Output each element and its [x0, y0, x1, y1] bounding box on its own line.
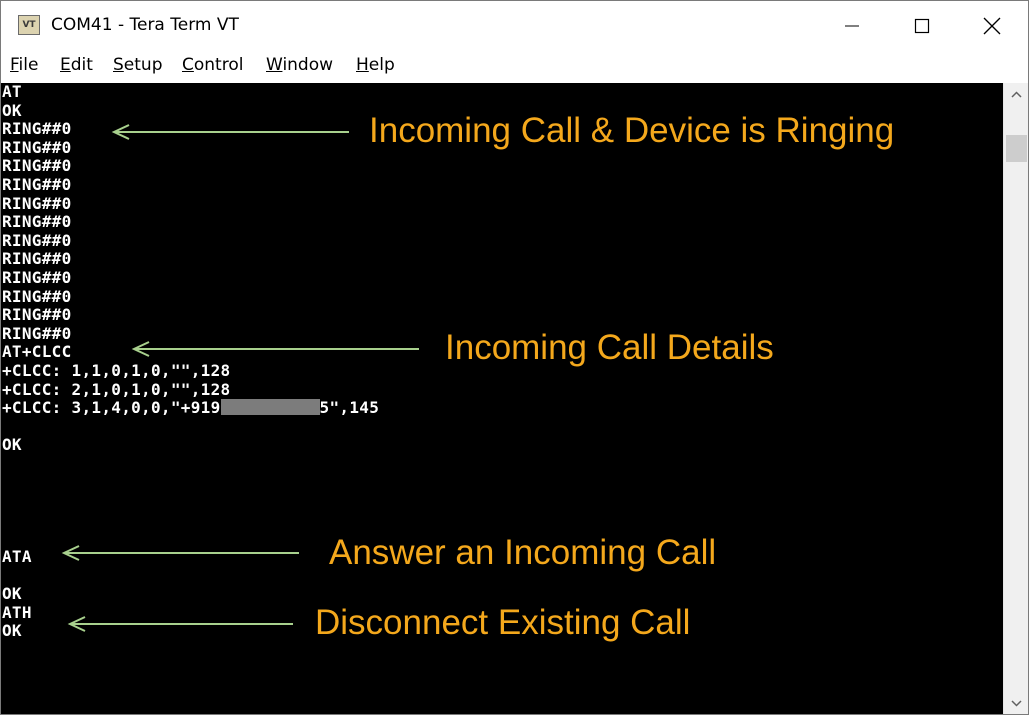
- minimize-button[interactable]: [818, 1, 886, 51]
- menu-control[interactable]: Control: [182, 55, 243, 75]
- terminal-line: OK: [2, 621, 22, 641]
- annotation-ringing: Incoming Call & Device is Ringing: [369, 111, 895, 150]
- terminal-line: RING##0: [2, 305, 72, 325]
- terminal-line: RING##0: [2, 156, 72, 176]
- tera-term-window: VT COM41 - Tera Term VT File Edit Setup …: [0, 0, 1029, 715]
- chevron-up-icon: [1011, 90, 1022, 98]
- scroll-down-button[interactable]: [1004, 692, 1029, 714]
- terminal-line: RING##0: [2, 323, 72, 343]
- terminal-line-clcc-3: +CLCC: 3,1,4,0,0,"+919 5",145: [2, 398, 380, 418]
- chevron-down-icon: [1011, 699, 1022, 707]
- maximize-button[interactable]: [888, 1, 956, 51]
- annotation-call-details: Incoming Call Details: [445, 328, 774, 367]
- menu-help-label: elp: [368, 55, 395, 75]
- redacted-phone-number: [220, 399, 320, 416]
- clcc-3-suffix: 5",145: [319, 398, 380, 418]
- menu-window-mnemonic: W: [266, 55, 283, 75]
- menu-bar: File Edit Setup Control Window Help: [1, 51, 1028, 81]
- terminal-line: OK: [2, 435, 22, 455]
- menu-window-label: indow: [282, 55, 334, 75]
- menu-window[interactable]: Window: [266, 55, 333, 75]
- terminal-line: RING##0: [2, 230, 72, 250]
- scrollbar-thumb[interactable]: [1006, 135, 1027, 162]
- arrow-left-icon: [131, 341, 419, 357]
- menu-setup-label: etup: [123, 55, 163, 75]
- menu-setup[interactable]: Setup: [113, 55, 163, 75]
- terminal-line: OK: [2, 100, 22, 120]
- menu-edit[interactable]: Edit: [60, 55, 93, 75]
- vertical-scrollbar[interactable]: [1003, 83, 1028, 714]
- annotation-disconnect: Disconnect Existing Call: [315, 603, 691, 642]
- terminal-line: +CLCC: 1,1,0,1,0,"",128: [2, 361, 231, 380]
- menu-help[interactable]: Help: [356, 55, 395, 75]
- terminal-line: RING##0: [2, 268, 72, 287]
- arrow-left-icon: [61, 545, 299, 561]
- terminal-line: RING##0: [2, 175, 72, 194]
- menu-setup-mnemonic: S: [113, 55, 124, 75]
- scroll-up-button[interactable]: [1004, 83, 1029, 105]
- arrow-left-icon: [111, 124, 349, 140]
- menu-edit-mnemonic: E: [60, 55, 71, 75]
- terminal-line: RING##0: [2, 193, 72, 213]
- terminal-line: RING##0: [2, 137, 72, 157]
- terminal-line: RING##0: [2, 286, 72, 306]
- terminal-line: +CLCC: 2,1,0,1,0,"",128: [2, 379, 231, 399]
- terminal-line: ATH: [2, 602, 32, 622]
- close-icon: [983, 17, 1001, 35]
- menu-file-mnemonic: F: [10, 55, 19, 75]
- clcc-3-prefix: +CLCC: 3,1,4,0,0,"+919: [2, 398, 221, 418]
- annotation-answer: Answer an Incoming Call: [329, 533, 717, 572]
- tera-term-app-icon[interactable]: VT: [18, 15, 40, 35]
- menu-file-label: ile: [18, 55, 39, 75]
- menu-control-mnemonic: C: [182, 55, 194, 75]
- menu-file[interactable]: File: [10, 55, 38, 75]
- title-bar[interactable]: VT COM41 - Tera Term VT: [1, 1, 1028, 51]
- minimize-icon: [845, 25, 859, 27]
- terminal-output[interactable]: AT OK RING##0 RING##0 RING##0 RING##0 RI…: [1, 83, 1003, 714]
- terminal-line: RING##0: [2, 249, 72, 269]
- maximize-icon: [914, 18, 930, 34]
- terminal-line: RING##0: [2, 119, 72, 139]
- terminal-line: RING##0: [2, 212, 72, 232]
- menu-control-label: ontrol: [193, 55, 244, 75]
- arrow-left-icon: [67, 616, 293, 632]
- terminal-line: ATA: [2, 547, 32, 566]
- menu-help-mnemonic: H: [356, 55, 369, 75]
- close-button[interactable]: [958, 1, 1026, 51]
- terminal-line: OK: [2, 584, 22, 604]
- terminal-line: AT+CLCC: [2, 342, 72, 362]
- terminal-line: AT: [2, 83, 22, 101]
- window-title: COM41 - Tera Term VT: [51, 15, 239, 35]
- menu-edit-label: dit: [70, 55, 93, 75]
